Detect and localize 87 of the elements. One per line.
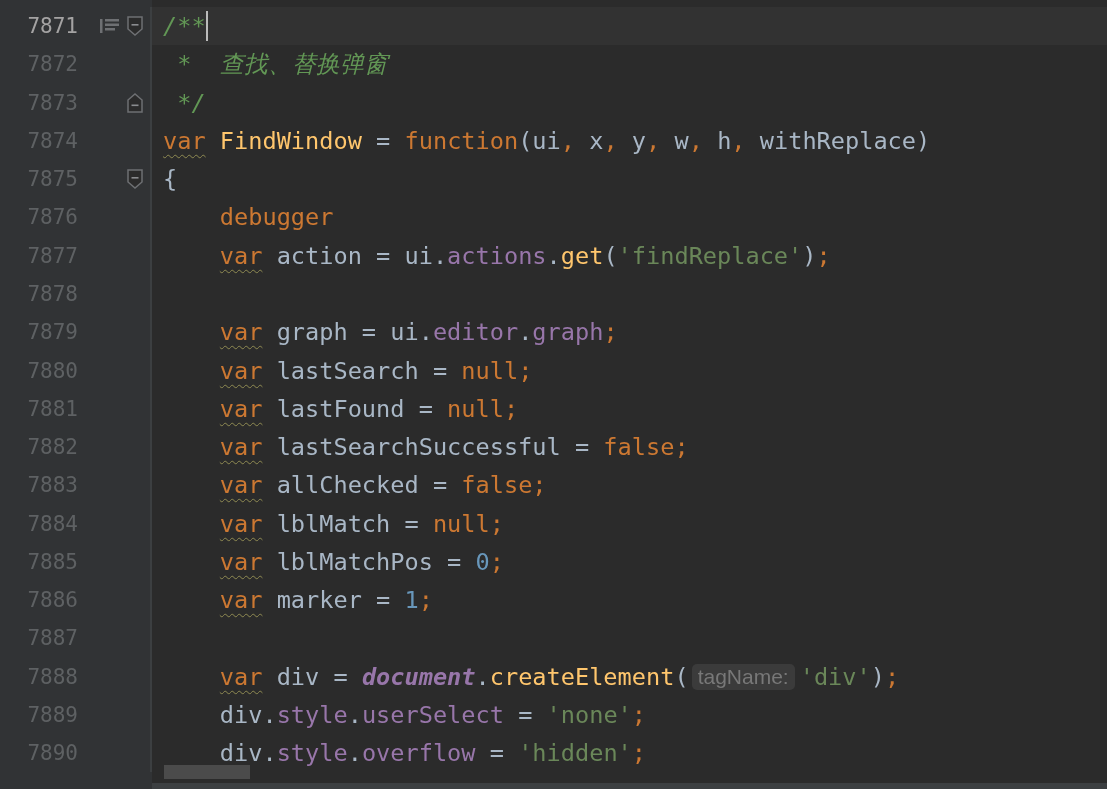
keyword: false; — [461, 471, 547, 500]
keyword: var — [219, 394, 263, 423]
keyword: var — [219, 547, 263, 576]
code-text: . — [518, 318, 533, 347]
punctuation: ; — [418, 586, 433, 615]
keyword: false; — [603, 433, 689, 462]
code-text: ) — [870, 662, 885, 691]
code-text: div. — [219, 739, 277, 768]
function-name: createElement — [489, 662, 675, 691]
code-text: graph = ui. — [275, 318, 433, 347]
code-text: lastSearchSuccessful = — [275, 433, 591, 462]
punctuation: ; — [603, 318, 618, 347]
code-comment: */ — [177, 88, 206, 117]
line-number: 7871 — [26, 14, 78, 39]
keyword: var — [219, 662, 263, 691]
keyword: null; — [432, 509, 504, 538]
code-text: . — [546, 241, 561, 270]
punctuation: ; — [884, 662, 900, 691]
code-text: . — [347, 739, 362, 768]
punctuation: , — [603, 126, 619, 155]
string-literal: 'hidden' — [518, 739, 632, 768]
code-text: w — [674, 126, 689, 155]
code-text: div = — [275, 662, 349, 691]
keyword: var — [219, 356, 263, 385]
code-text: allChecked = — [275, 471, 449, 500]
code-text: lastSearch = — [275, 356, 449, 385]
punctuation: ; — [631, 700, 646, 729]
keyword: null; — [447, 394, 519, 423]
code-text: { — [163, 165, 178, 194]
code-text: = — [488, 739, 505, 768]
keyword: var — [163, 126, 206, 155]
property-name: editor — [432, 318, 519, 347]
code-text: div. — [219, 700, 277, 729]
code-comment: /** — [163, 12, 206, 41]
keyword: debugger — [219, 203, 334, 232]
parameter-hint: tagName: — [691, 663, 795, 690]
keyword: function — [404, 126, 519, 155]
punctuation: ; — [631, 739, 646, 768]
function-name: FindWindow — [218, 126, 362, 155]
scrollbar-thumb[interactable] — [164, 765, 250, 779]
code-text: lblMatch = — [275, 509, 420, 538]
code-text: ( — [603, 241, 618, 270]
code-text: lblMatchPos = — [275, 547, 463, 576]
code-text: ( — [674, 662, 689, 691]
code-text: . — [347, 700, 362, 729]
property-name: userSelect — [361, 700, 504, 729]
code-text: h — [717, 126, 732, 155]
code-text: lastFound = — [275, 394, 434, 423]
property-name: style — [276, 739, 348, 768]
keyword: var — [219, 471, 263, 500]
keyword: var — [219, 318, 263, 347]
code-text: action = ui. — [275, 241, 448, 270]
function-name: get — [560, 241, 604, 270]
punctuation: , — [560, 126, 576, 155]
code-text: y — [631, 126, 647, 155]
property-name: style — [276, 700, 348, 729]
string-literal: 'none' — [546, 700, 632, 729]
code-text: ) — [802, 241, 817, 270]
property-name: actions — [447, 241, 547, 270]
number-literal: 1 — [404, 586, 419, 615]
punctuation: ; — [816, 241, 831, 270]
fold-icon[interactable] — [127, 169, 143, 190]
punctuation: , — [688, 126, 704, 155]
number-literal: 0 — [475, 547, 490, 576]
code-text: (ui — [518, 126, 561, 155]
property-name: graph — [532, 318, 604, 347]
keyword: var — [219, 241, 263, 270]
fold-icon[interactable] — [127, 92, 143, 113]
punctuation: , — [731, 126, 747, 155]
punctuation: ; — [489, 547, 504, 576]
keyword: var — [219, 586, 263, 615]
code-text: . — [475, 662, 490, 691]
code-text: = — [517, 700, 534, 729]
punctuation: , — [646, 126, 662, 155]
code-text: x — [589, 126, 604, 155]
fold-icon[interactable] — [127, 16, 143, 37]
string-literal: 'div' — [799, 662, 871, 691]
keyword: null; — [461, 356, 533, 385]
code-text: marker = — [275, 586, 392, 615]
string-literal: 'findReplace' — [617, 241, 803, 270]
global-object: document — [361, 662, 476, 691]
code-text: withReplace) — [759, 126, 931, 155]
code-text: = — [375, 126, 392, 155]
keyword: var — [219, 509, 263, 538]
property-name: overflow — [361, 739, 476, 768]
keyword: var — [219, 433, 263, 462]
rendered-doc-icon[interactable] — [100, 18, 120, 35]
